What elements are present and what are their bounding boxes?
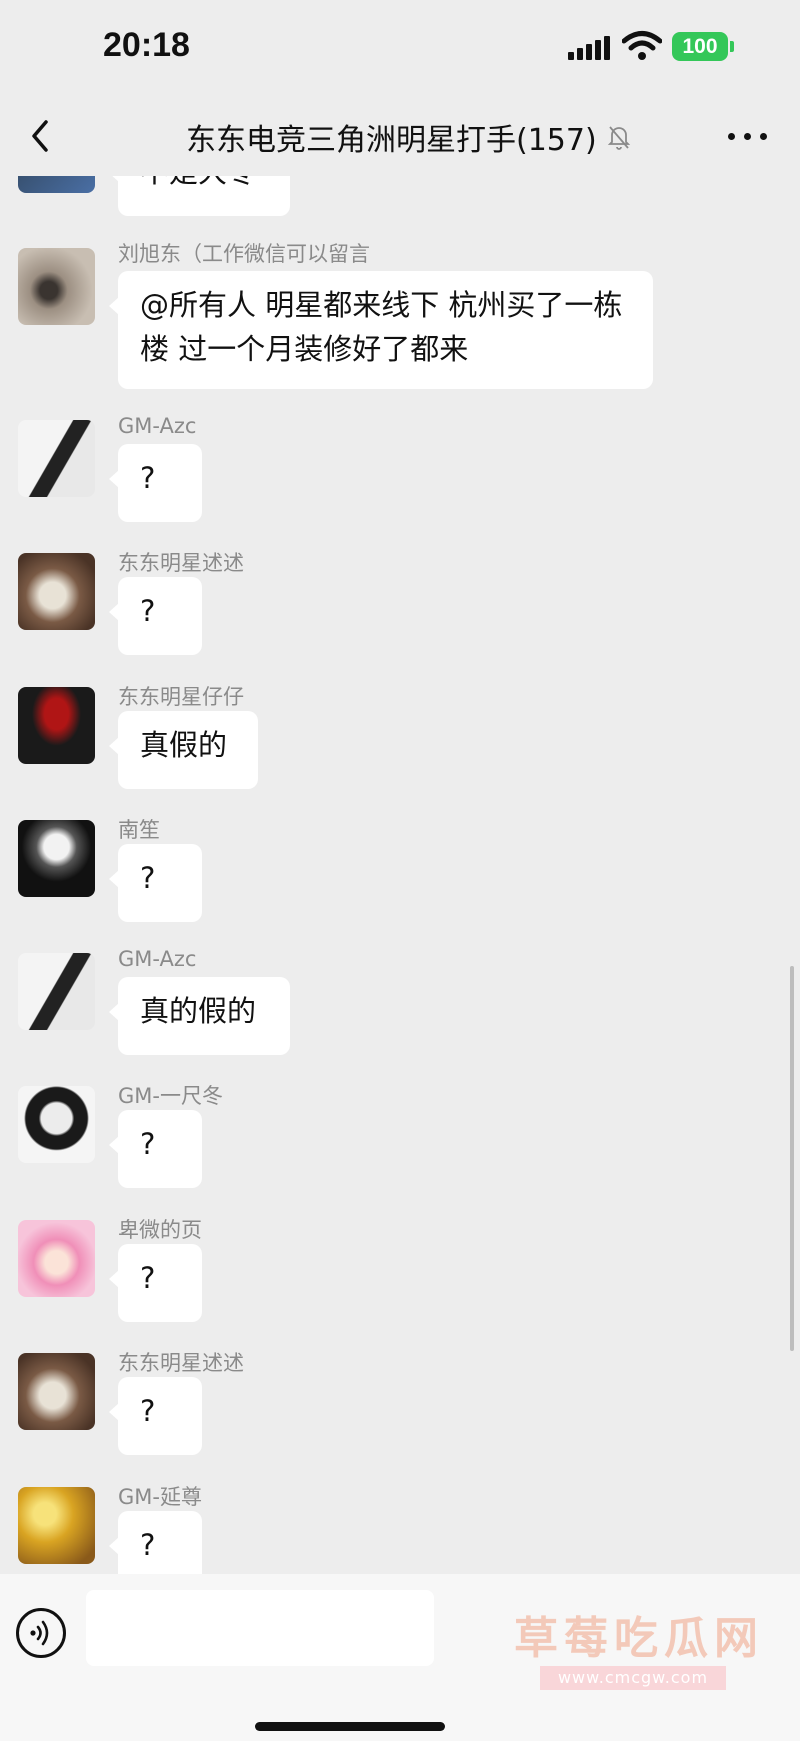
message-text: ?	[140, 1528, 156, 1562]
sender-name: 南笙	[118, 818, 160, 842]
battery-icon: 100	[672, 32, 728, 61]
sender-name: GM-延尊	[118, 1485, 202, 1509]
cellular-signal-icon	[568, 36, 610, 60]
message-input[interactable]	[86, 1590, 434, 1666]
sender-name: 东东明星仔仔	[118, 685, 244, 709]
avatar[interactable]	[18, 1353, 95, 1430]
avatar[interactable]	[18, 176, 95, 193]
message-bubble[interactable]: ?	[109, 577, 202, 655]
chat-title-group[interactable]: 东东电竞三角洲明星打手(157)	[186, 117, 631, 158]
message-bubble[interactable]: 真假的	[109, 711, 258, 789]
message-bubble[interactable]: 真的假的	[109, 977, 290, 1055]
message-text: ?	[140, 461, 156, 495]
message-bubble[interactable]: ?	[109, 1377, 202, 1455]
wifi-icon	[622, 31, 662, 60]
battery-level: 100	[682, 35, 718, 58]
message-scrollbar[interactable]	[790, 966, 794, 1351]
message-text: ?	[140, 861, 156, 895]
message-text: ?	[140, 1261, 156, 1295]
message-bubble[interactable]: ?	[109, 844, 202, 922]
message-text: ?	[140, 1127, 156, 1161]
message-text: 真的假的	[140, 994, 257, 1028]
message-text: ?	[140, 594, 156, 628]
message-text: @所有人 明星都来线下 杭州买了一栋楼 过一个月装修好了都来	[140, 288, 623, 366]
message-bubble[interactable]: ?	[109, 444, 202, 522]
input-bar: 草莓吃瓜网 www.cmcgw.com	[0, 1574, 800, 1741]
message-bubble[interactable]: 不是大冬	[109, 176, 290, 216]
message-bubble[interactable]: ?	[109, 1511, 202, 1574]
watermark-url: www.cmcgw.com	[540, 1666, 726, 1690]
avatar[interactable]	[18, 953, 95, 1030]
message-bubble[interactable]: ?	[109, 1110, 202, 1188]
avatar[interactable]	[18, 553, 95, 630]
status-bar: 20:18 100	[0, 0, 800, 96]
back-button[interactable]	[18, 110, 66, 162]
avatar[interactable]	[18, 1487, 95, 1564]
battery-cap	[730, 41, 734, 52]
avatar[interactable]	[18, 420, 95, 497]
sender-name: GM-一尺冬	[118, 1084, 223, 1108]
message-text: 真假的	[140, 728, 228, 762]
message-bubble[interactable]: ?	[109, 1244, 202, 1322]
status-time: 20:18	[103, 26, 190, 64]
message-bubble[interactable]: @所有人 明星都来线下 杭州买了一栋楼 过一个月装修好了都来	[109, 271, 653, 389]
avatar[interactable]	[18, 687, 95, 764]
sender-name: GM-Azc	[118, 947, 197, 971]
sender-name: 东东明星述述	[118, 1351, 244, 1375]
voice-icon	[30, 1620, 49, 1646]
message-text: ?	[140, 1394, 156, 1428]
avatar[interactable]	[18, 1220, 95, 1297]
home-indicator[interactable]	[255, 1722, 445, 1731]
message-list[interactable]: 不是大冬 刘旭东（工作微信可以留言 @所有人 明星都来线下 杭州买了一栋楼 过一…	[0, 176, 800, 1574]
sender-name: GM-Azc	[118, 414, 197, 438]
message-text: 不是大冬	[140, 176, 256, 189]
avatar[interactable]	[18, 820, 95, 897]
watermark-logo-text: 草莓吃瓜网	[514, 1613, 764, 1664]
voice-input-button[interactable]	[16, 1608, 66, 1658]
sender-name: 卑微的页	[118, 1218, 202, 1242]
avatar[interactable]	[18, 1086, 95, 1163]
chat-title: 东东电竞三角洲明星打手(157)	[186, 123, 597, 158]
mute-bell-icon	[607, 126, 630, 150]
sender-name: 刘旭东（工作微信可以留言	[118, 242, 370, 266]
avatar[interactable]	[18, 248, 95, 325]
more-options-button[interactable]	[726, 126, 770, 146]
chat-header: 东东电竞三角洲明星打手(157)	[0, 96, 800, 176]
sender-name: 东东明星述述	[118, 551, 244, 575]
